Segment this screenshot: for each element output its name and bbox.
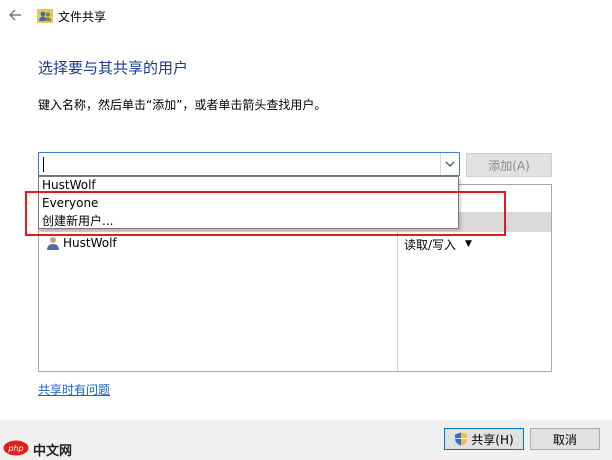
- user-name-combobox[interactable]: [38, 152, 460, 176]
- uac-shield-icon: [455, 432, 468, 446]
- highlight-annotation-box: [25, 191, 506, 236]
- permission-level[interactable]: 读取/写入: [404, 236, 456, 253]
- caret-down-icon[interactable]: ▼: [465, 239, 472, 249]
- user-name: HustWolf: [63, 236, 117, 250]
- back-arrow-icon[interactable]: [6, 6, 24, 24]
- sharing-help-link[interactable]: 共享时有问题: [38, 381, 110, 398]
- php-logo-icon: php: [3, 440, 29, 456]
- share-button[interactable]: 共享(H): [444, 428, 524, 450]
- svg-text:php: php: [7, 444, 23, 453]
- instruction-text: 键入名称，然后单击“添加”，或者单击箭头查找用户。: [38, 98, 327, 112]
- window-title: 文件共享: [58, 10, 107, 24]
- chevron-down-icon: [445, 161, 455, 167]
- user-icon: [47, 236, 59, 250]
- dropdown-item-hustwolf[interactable]: HustWolf: [42, 178, 96, 192]
- title-bar: 文件共享: [0, 0, 612, 34]
- users-share-icon: [37, 8, 53, 24]
- list-item[interactable]: HustWolf 读取/写入 ▼: [43, 235, 549, 255]
- add-button[interactable]: 添加(A): [466, 153, 552, 177]
- page-heading: 选择要与其共享的用户: [38, 59, 189, 77]
- dropdown-arrow-button[interactable]: [440, 153, 459, 175]
- cancel-button[interactable]: 取消: [530, 428, 600, 450]
- text-caret: [43, 157, 44, 172]
- share-button-label: 共享(H): [471, 432, 514, 447]
- watermark-text: 中文网: [33, 444, 73, 459]
